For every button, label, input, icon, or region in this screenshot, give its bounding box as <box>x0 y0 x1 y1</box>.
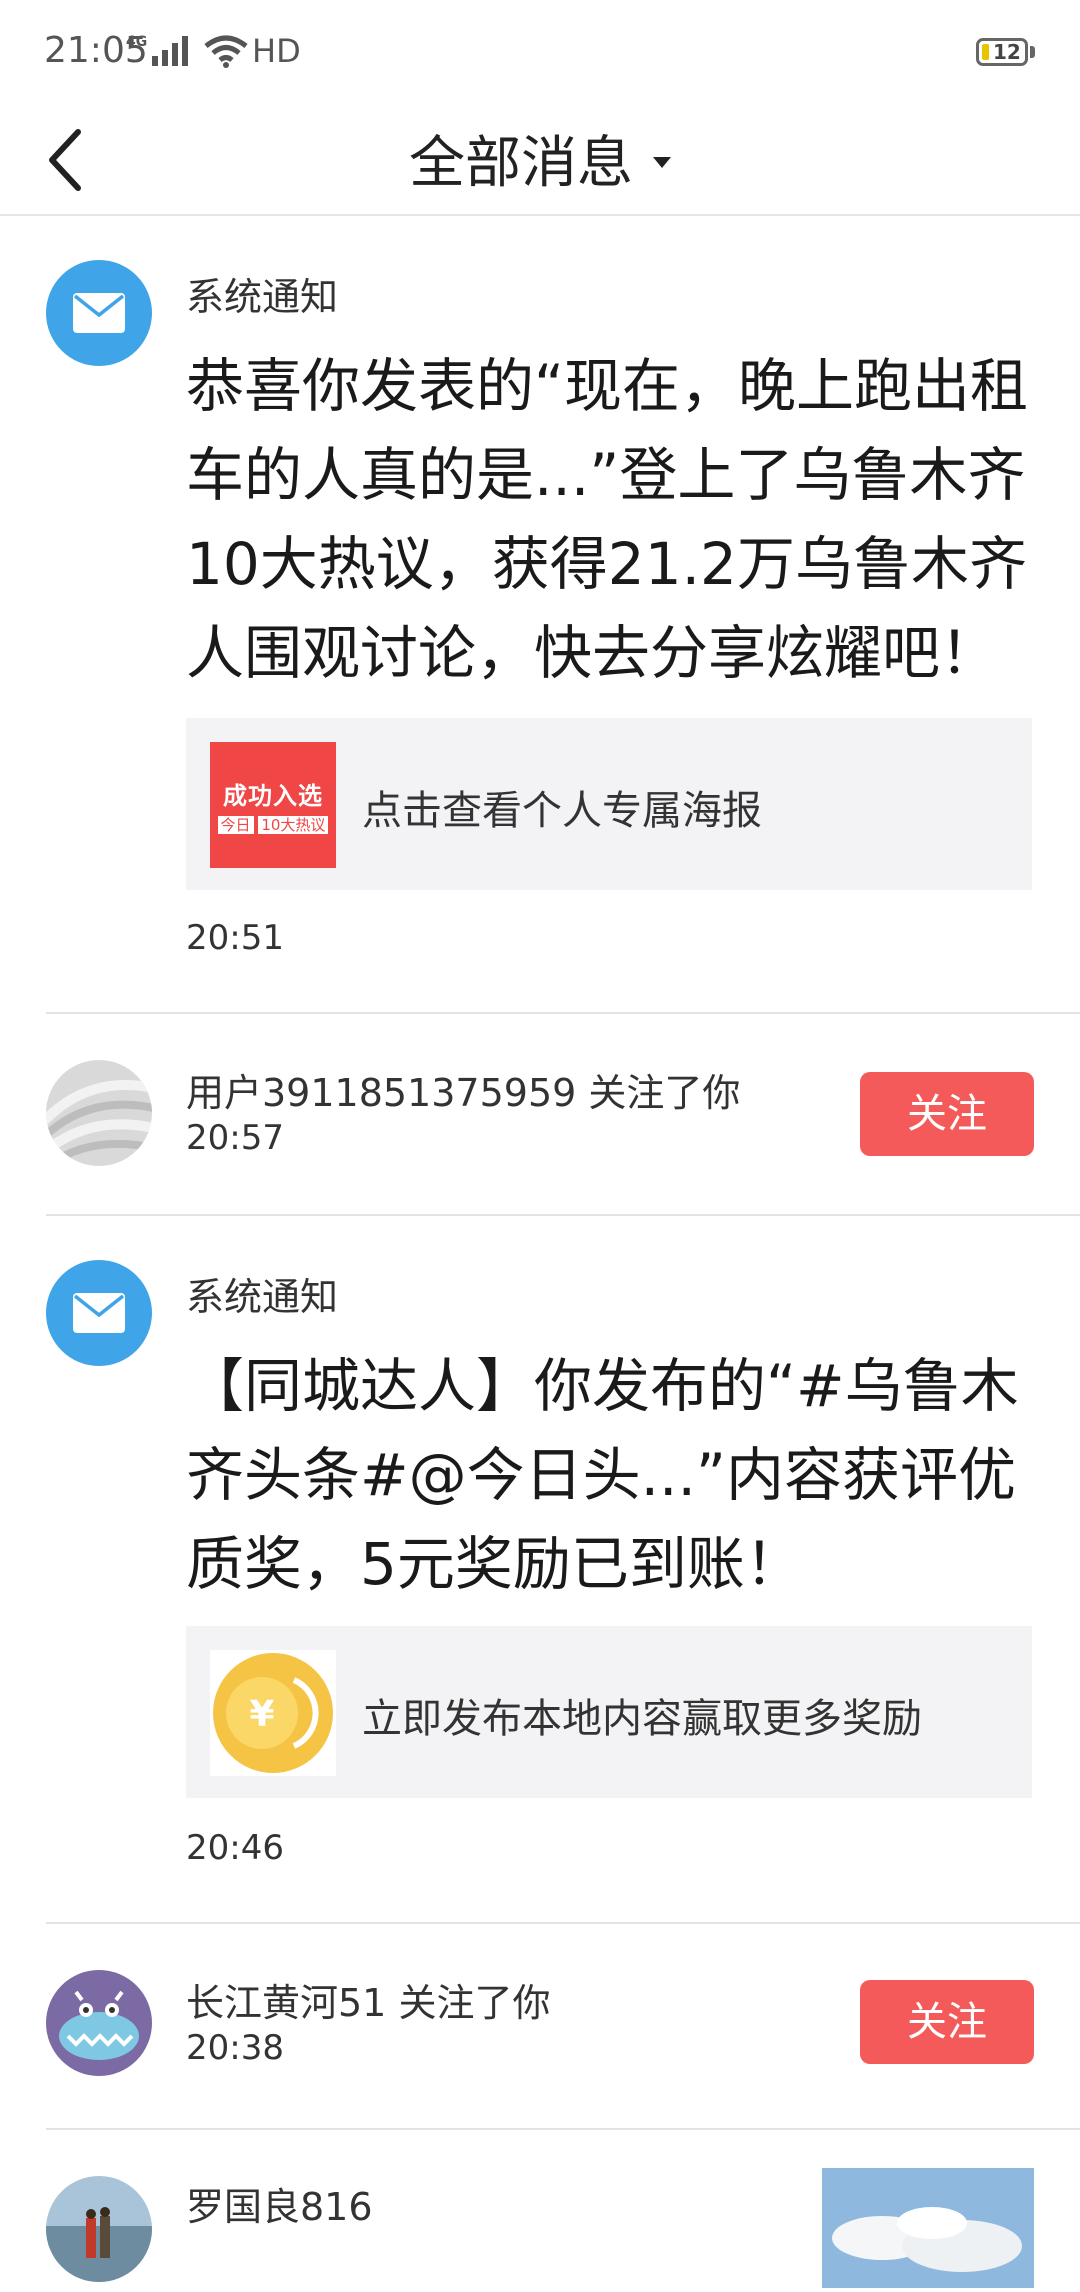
poster-card[interactable]: 成功入选 今日 10大热议 点击查看个人专属海报 <box>186 718 1032 890</box>
avatar[interactable] <box>46 2176 152 2282</box>
message-time: 20:51 <box>186 918 284 958</box>
envelope-icon <box>73 1293 125 1333</box>
status-bar: 21:05 4G HD 12 <box>0 0 1080 110</box>
message-item-follow[interactable]: 用户3911851375959 关注了你 20:57 关注 <box>46 1014 1080 1216</box>
battery-tip <box>1030 46 1035 58</box>
follow-text: 长江黄河51 关注了你 <box>186 1981 551 2025</box>
username[interactable]: 罗国良816 <box>186 2176 373 2231</box>
wifi-icon <box>204 35 248 68</box>
battery-icon: 12 <box>976 38 1028 66</box>
post-thumbnail[interactable] <box>822 2168 1034 2288</box>
follow-button[interactable]: 关注 <box>860 1980 1034 2064</box>
page-title: 全部消息 <box>409 131 633 196</box>
message-item-system[interactable]: 系统通知 【同城达人】你发布的“#乌鲁木齐头条#@今日头...”内容获评优质奖，… <box>46 1216 1080 1924</box>
follow-button[interactable]: 关注 <box>860 1072 1034 1156</box>
username[interactable]: 长江黄河51 <box>186 1981 386 2025</box>
hd-indicator: HD <box>252 32 301 70</box>
notice-content: 恭喜你发表的“现在，晚上跑出租车的人真的是...”登上了乌鲁木齐10大热议，获得… <box>186 352 1029 687</box>
poster-card-text: 点击查看个人专属海报 <box>362 788 762 834</box>
message-item-system[interactable]: 系统通知 恭喜你发表的“现在，晚上跑出租车的人真的是...”登上了乌鲁木齐10大… <box>46 216 1080 1014</box>
system-notice-label: 系统通知 <box>186 1275 339 1319</box>
reward-card-text: 立即发布本地内容赢取更多奖励 <box>362 1696 922 1742</box>
message-item-comment[interactable]: 罗国良816 <box>46 2130 1080 2290</box>
thumb-badge-title: 成功入选 <box>223 782 323 810</box>
default-avatar-icon <box>46 1060 152 1166</box>
poster-thumbnail: 成功入选 今日 10大热议 <box>210 742 336 868</box>
coin-thumbnail: ¥ <box>210 1650 336 1776</box>
mail-avatar <box>46 260 152 366</box>
nav-bar: 全部消息 <box>0 110 1080 216</box>
photo-avatar-icon <box>46 2176 152 2282</box>
svg-text:¥: ¥ <box>249 1694 274 1735</box>
title-dropdown[interactable]: 全部消息 <box>409 118 671 199</box>
system-notice-label: 系统通知 <box>186 275 339 319</box>
reward-card[interactable]: ¥ 立即发布本地内容赢取更多奖励 <box>186 1626 1032 1798</box>
message-item-follow[interactable]: 长江黄河51 关注了你 20:38 关注 <box>46 1924 1080 2130</box>
avatar[interactable] <box>46 1970 152 2076</box>
sky-photo-icon <box>822 2168 1034 2288</box>
caret-down-icon <box>653 157 671 169</box>
coin-icon: ¥ <box>213 1653 333 1773</box>
follow-text: 用户3911851375959 关注了你 <box>186 1071 741 1115</box>
message-time: 20:46 <box>186 1828 284 1868</box>
message-time: 20:57 <box>186 1118 284 1158</box>
battery-level: 12 <box>993 40 1021 64</box>
avatar[interactable] <box>46 1060 152 1166</box>
message-feed: 系统通知 恭喜你发表的“现在，晚上跑出租车的人真的是...”登上了乌鲁木齐10大… <box>0 216 1080 2290</box>
cartoon-avatar-icon <box>46 1970 152 2076</box>
envelope-icon <box>73 293 125 333</box>
page-title-row: 全部消息 <box>0 118 1080 199</box>
network-type: 4G <box>126 34 148 50</box>
username[interactable]: 用户3911851375959 <box>186 1071 576 1115</box>
thumb-badge-subtitle: 今日 10大热议 <box>216 814 330 835</box>
message-time: 20:38 <box>186 2028 284 2068</box>
signal-icon <box>152 36 188 66</box>
notice-content: 【同城达人】你发布的“#乌鲁木齐头条#@今日头...”内容获评优质奖，5元奖励已… <box>186 1352 1019 1598</box>
mail-avatar <box>46 1260 152 1366</box>
